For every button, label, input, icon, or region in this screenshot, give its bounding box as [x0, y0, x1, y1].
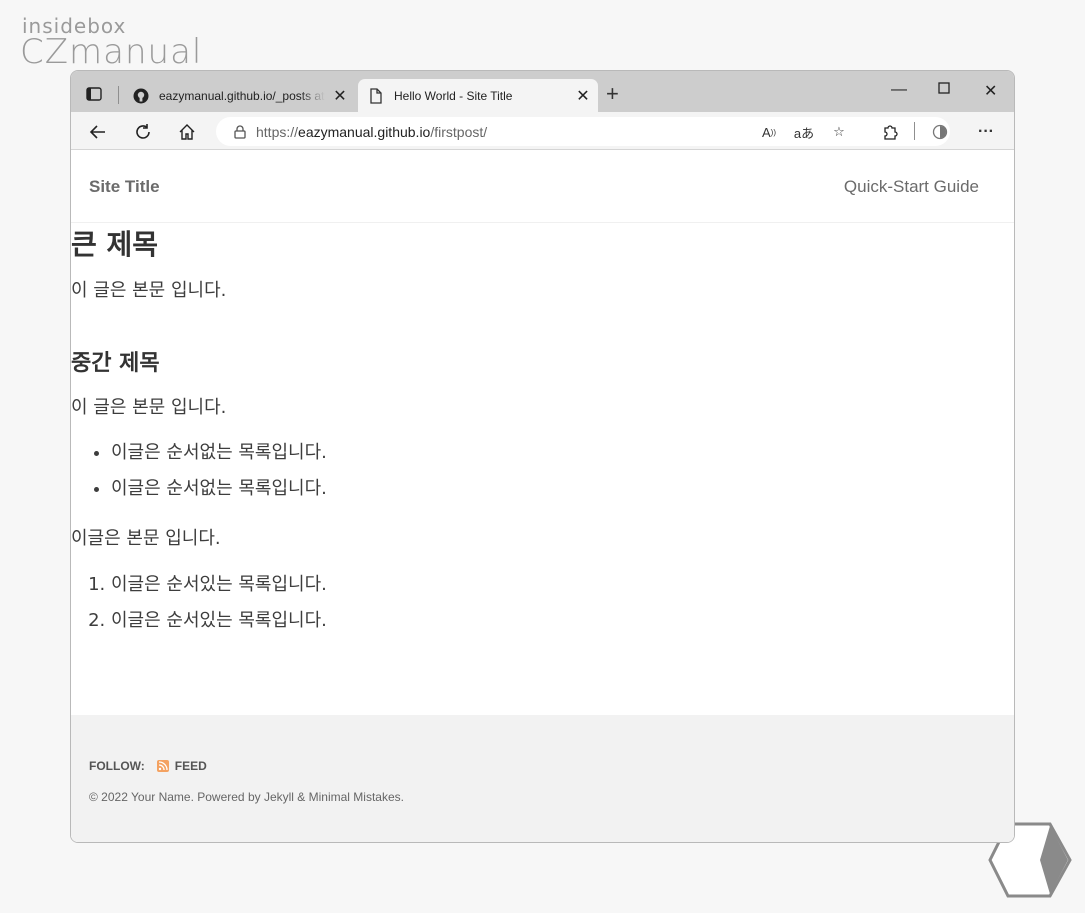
tab-github-posts[interactable]: eazymanual.github.io/_posts at m ✕	[123, 79, 355, 112]
more-menu-icon[interactable]: ···	[975, 121, 997, 143]
tab-hello-world[interactable]: Hello World - Site Title ✕	[358, 79, 598, 112]
browser-window: eazymanual.github.io/_posts at m ✕ Hello…	[70, 70, 1015, 843]
feed-label: FEED	[174, 759, 207, 773]
tab-separator	[118, 86, 119, 104]
minimize-icon[interactable]: —	[891, 81, 907, 99]
tab-actions-icon[interactable]	[81, 83, 107, 105]
back-icon[interactable]	[87, 121, 109, 143]
tab-bar: eazymanual.github.io/_posts at m ✕ Hello…	[71, 71, 1014, 112]
follow-bar: FOLLOW: FEED	[89, 759, 207, 773]
list-item: 이글은 순서있는 목록입니다.	[111, 603, 327, 639]
rss-icon	[156, 760, 169, 772]
maximize-icon[interactable]	[938, 81, 950, 99]
article-paragraph-2: 이 글은 본문 입니다.	[71, 397, 227, 418]
url-path: /firstpost/	[430, 123, 488, 140]
profile-icon[interactable]	[929, 121, 951, 143]
url-scheme: https://	[256, 123, 299, 140]
github-icon	[133, 88, 149, 104]
close-tab-icon[interactable]: ✕	[568, 86, 598, 106]
site-title-link[interactable]: Site Title	[89, 177, 160, 197]
home-icon[interactable]	[176, 121, 198, 143]
add-favorite-icon[interactable]: ☆	[828, 121, 850, 143]
tab-title: Hello World - Site Title	[394, 88, 513, 103]
refresh-icon[interactable]	[132, 121, 154, 143]
list-item: 이글은 순서없는 목록입니다.	[111, 471, 327, 507]
url-host: eazymanual.github.io	[298, 123, 431, 140]
follow-label: FOLLOW:	[89, 759, 145, 773]
unordered-list: 이글은 순서없는 목록입니다. 이글은 순서없는 목록입니다.	[111, 435, 327, 507]
browser-toolbar: https://eazymanual.github.io/firstpost/ …	[71, 112, 1014, 150]
extensions-icon[interactable]	[879, 121, 901, 143]
masthead: Site Title Quick-Start Guide	[71, 151, 1014, 223]
close-tab-icon[interactable]: ✕	[325, 86, 355, 106]
list-item: 이글은 순서없는 목록입니다.	[111, 435, 327, 471]
web-page: Site Title Quick-Start Guide 큰 제목 이 글은 본…	[71, 151, 1014, 842]
translate-icon[interactable]: aあ	[793, 121, 815, 143]
article-paragraph-3: 이글은 본문 입니다.	[71, 528, 221, 549]
close-window-icon[interactable]: ✕	[984, 81, 997, 101]
watermark-line2: CZmanual	[20, 32, 203, 72]
article-heading-1: 큰 제목	[71, 228, 159, 261]
nav-quick-start-link[interactable]: Quick-Start Guide	[844, 177, 979, 197]
url-text[interactable]: https://eazymanual.github.io/firstpost/	[256, 124, 487, 140]
article-heading-2: 중간 제목	[71, 351, 160, 376]
ordered-list: 이글은 순서있는 목록입니다. 이글은 순서있는 목록입니다.	[111, 567, 327, 639]
lock-icon[interactable]	[234, 124, 246, 139]
page-footer: FOLLOW: FEED © 2022 Your Name. Powered b…	[71, 715, 1014, 842]
new-tab-icon[interactable]: +	[606, 83, 619, 105]
address-bar[interactable]: https://eazymanual.github.io/firstpost/ …	[216, 117, 950, 146]
article-paragraph-1: 이 글은 본문 입니다.	[71, 280, 227, 301]
read-aloud-icon[interactable]: A))	[758, 121, 780, 143]
toolbar-separator	[914, 122, 915, 140]
list-item: 이글은 순서있는 목록입니다.	[111, 567, 327, 603]
feed-link[interactable]: FEED	[156, 759, 207, 773]
tab-title: eazymanual.github.io/_posts at m	[159, 88, 325, 103]
page-icon	[368, 87, 384, 104]
copyright-text: © 2022 Your Name. Powered by Jekyll & Mi…	[89, 790, 404, 804]
